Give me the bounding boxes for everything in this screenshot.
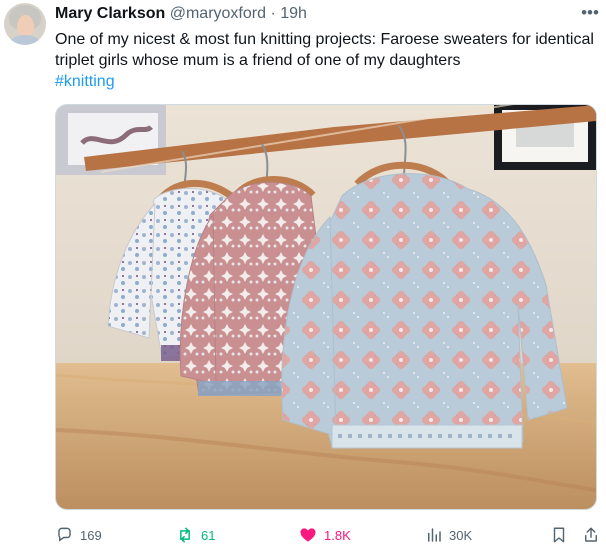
more-icon[interactable]: ••• bbox=[579, 4, 601, 22]
retweet-count: 61 bbox=[201, 527, 216, 543]
bookmark-icon bbox=[550, 526, 568, 544]
tweet-text: One of my nicest & most fun knitting pro… bbox=[55, 29, 600, 92]
tweet-body: One of my nicest & most fun knitting pro… bbox=[55, 31, 594, 69]
sweater-photo bbox=[56, 105, 596, 509]
avatar-shoulder bbox=[10, 35, 40, 45]
separator-dot: · bbox=[270, 5, 276, 22]
reply-count: 169 bbox=[80, 527, 102, 543]
heart-icon bbox=[298, 525, 318, 545]
bookmark-button[interactable] bbox=[550, 524, 568, 546]
view-count: 30K bbox=[449, 527, 473, 543]
like-count: 1.8K bbox=[324, 527, 351, 543]
tweet-image[interactable] bbox=[55, 104, 597, 510]
retweet-icon bbox=[175, 525, 195, 545]
hashtag-link[interactable]: #knitting bbox=[55, 73, 115, 90]
like-button[interactable]: 1.8K bbox=[298, 524, 351, 546]
views-button[interactable]: 30K bbox=[425, 524, 472, 546]
share-icon bbox=[582, 526, 600, 544]
share-button[interactable] bbox=[582, 524, 600, 546]
reply-icon bbox=[55, 526, 74, 545]
tweet-actions: 169 61 1.8K 30K bbox=[55, 524, 600, 546]
tweet-time[interactable]: 19h bbox=[280, 5, 307, 22]
retweet-button[interactable]: 61 bbox=[175, 524, 215, 546]
reply-button[interactable]: 169 bbox=[55, 524, 102, 546]
tweet-header: Mary Clarkson @maryoxford · 19h bbox=[55, 5, 307, 25]
avatar[interactable] bbox=[4, 3, 46, 45]
author-handle[interactable]: @maryoxford bbox=[170, 5, 266, 22]
analytics-icon bbox=[425, 526, 443, 544]
author-name[interactable]: Mary Clarkson bbox=[55, 5, 165, 22]
